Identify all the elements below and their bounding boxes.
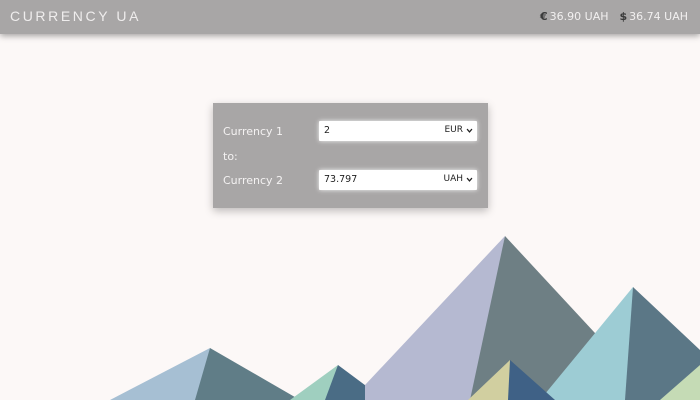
usd-rate: $ 36.74 UAH [620, 10, 689, 23]
top-bar: CURRENCY UA € 36.90 UAH $ 36.74 UAH [0, 0, 700, 34]
currency1-label: Currency 1 [223, 125, 284, 138]
eur-rate: € 36.90 UAH [540, 10, 609, 23]
currency2-code: UAH [443, 174, 463, 184]
currency1-code: EUR [444, 125, 463, 135]
chevron-down-icon [466, 128, 473, 133]
chevron-down-icon [466, 177, 473, 182]
exchange-rates: € 36.90 UAH $ 36.74 UAH [540, 10, 688, 23]
app-logo[interactable]: CURRENCY UA [10, 8, 141, 24]
currency2-select[interactable]: UAH [443, 174, 473, 184]
euro-icon: € [540, 10, 548, 23]
currency1-field[interactable]: 2 EUR [319, 121, 477, 141]
currency1-select[interactable]: EUR [444, 125, 473, 135]
usd-rate-value: 36.74 UAH [629, 10, 688, 23]
currency2-label: Currency 2 [223, 174, 284, 187]
currency2-field[interactable]: 73.797 UAH [319, 170, 477, 190]
currency2-amount-input[interactable]: 73.797 [324, 174, 357, 185]
currency1-amount-input[interactable]: 2 [324, 125, 330, 136]
dollar-icon: $ [619, 10, 628, 23]
eur-rate-value: 36.90 UAH [549, 10, 609, 23]
converter-card: Currency 1 2 EUR to: Currency 2 73.797 U… [213, 103, 488, 208]
to-label: to: [223, 150, 238, 163]
